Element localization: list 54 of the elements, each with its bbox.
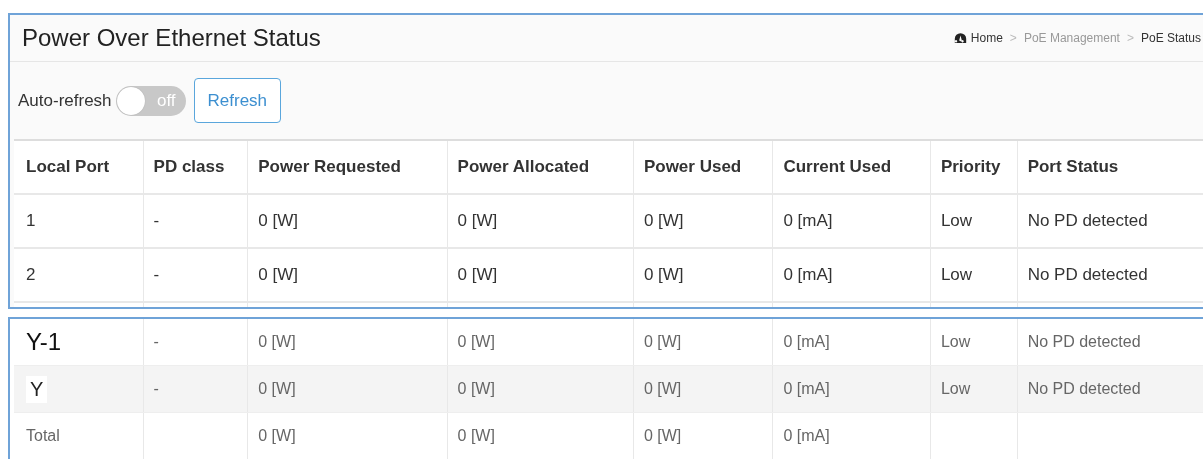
status-cell: No PD detected xyxy=(1027,333,1141,351)
auto-refresh-label: Auto-refresh xyxy=(18,90,112,111)
breadcrumb-link[interactable]: Home xyxy=(970,31,1003,45)
current-cell: 0 [mA] xyxy=(783,380,830,398)
used-cell: 0 [W] xyxy=(643,211,684,231)
allocated-cell: 0 [W] xyxy=(457,265,498,285)
used-cell: 0 [W] xyxy=(643,265,684,285)
current-cell: 0 [mA] xyxy=(783,333,830,351)
column-header: Local Port xyxy=(26,157,110,177)
allocated-cell: 0 [W] xyxy=(457,211,498,231)
breadcrumb-link[interactable]: PoE Status xyxy=(1140,31,1201,45)
priority-cell: Low xyxy=(940,265,973,285)
status-cell: No PD detected xyxy=(1027,380,1141,398)
allocated-cell: 0 [W] xyxy=(457,427,495,445)
column-header: Power Allocated xyxy=(457,157,590,177)
allocated-cell: 0 [W] xyxy=(457,380,495,398)
requested-cell: 0 [W] xyxy=(258,211,298,231)
port-cell: 1 xyxy=(26,211,36,231)
current-cell: 0 [mA] xyxy=(783,427,830,445)
requested-cell: 0 [W] xyxy=(258,380,296,398)
class-cell: - xyxy=(153,380,159,398)
column-header: Power Requested xyxy=(258,157,401,177)
current-cell: 0 [mA] xyxy=(783,265,833,285)
status-cell: No PD detected xyxy=(1027,265,1148,285)
used-cell: 0 [W] xyxy=(643,380,682,398)
refresh-button[interactable]: Refresh xyxy=(193,78,282,123)
column-header: Priority xyxy=(940,157,1001,177)
dashboard-icon xyxy=(953,32,967,44)
class-cell: - xyxy=(153,333,159,351)
requested-cell: 0 [W] xyxy=(258,427,296,445)
page-title: Power Over Ethernet Status xyxy=(22,24,321,52)
allocated-cell: 0 [W] xyxy=(457,333,495,351)
requested-cell: 0 [W] xyxy=(258,265,298,285)
priority-cell: Low xyxy=(940,333,971,351)
used-cell: 0 [W] xyxy=(643,333,682,351)
current-cell: 0 [mA] xyxy=(783,211,833,231)
column-header: Port Status xyxy=(1027,157,1119,177)
port-cell: Y xyxy=(26,375,48,403)
breadcrumb-link[interactable]: PoE Management xyxy=(1023,31,1120,45)
status-cell: No PD detected xyxy=(1027,211,1148,231)
port-cell: Y-1 xyxy=(26,328,62,356)
column-header: Power Used xyxy=(643,157,742,177)
column-header: PD class xyxy=(153,157,225,177)
breadcrumb-separator: > xyxy=(1009,31,1017,45)
breadcrumb-separator: > xyxy=(1126,31,1134,45)
port-cell: 2 xyxy=(26,265,36,285)
total-label: Total xyxy=(26,427,60,445)
priority-cell: Low xyxy=(940,211,973,231)
class-cell: - xyxy=(153,265,160,285)
column-header: Current Used xyxy=(783,157,892,177)
priority-cell: Low xyxy=(940,380,971,398)
class-cell: - xyxy=(153,211,160,231)
requested-cell: 0 [W] xyxy=(258,333,296,351)
used-cell: 0 [W] xyxy=(643,427,682,445)
